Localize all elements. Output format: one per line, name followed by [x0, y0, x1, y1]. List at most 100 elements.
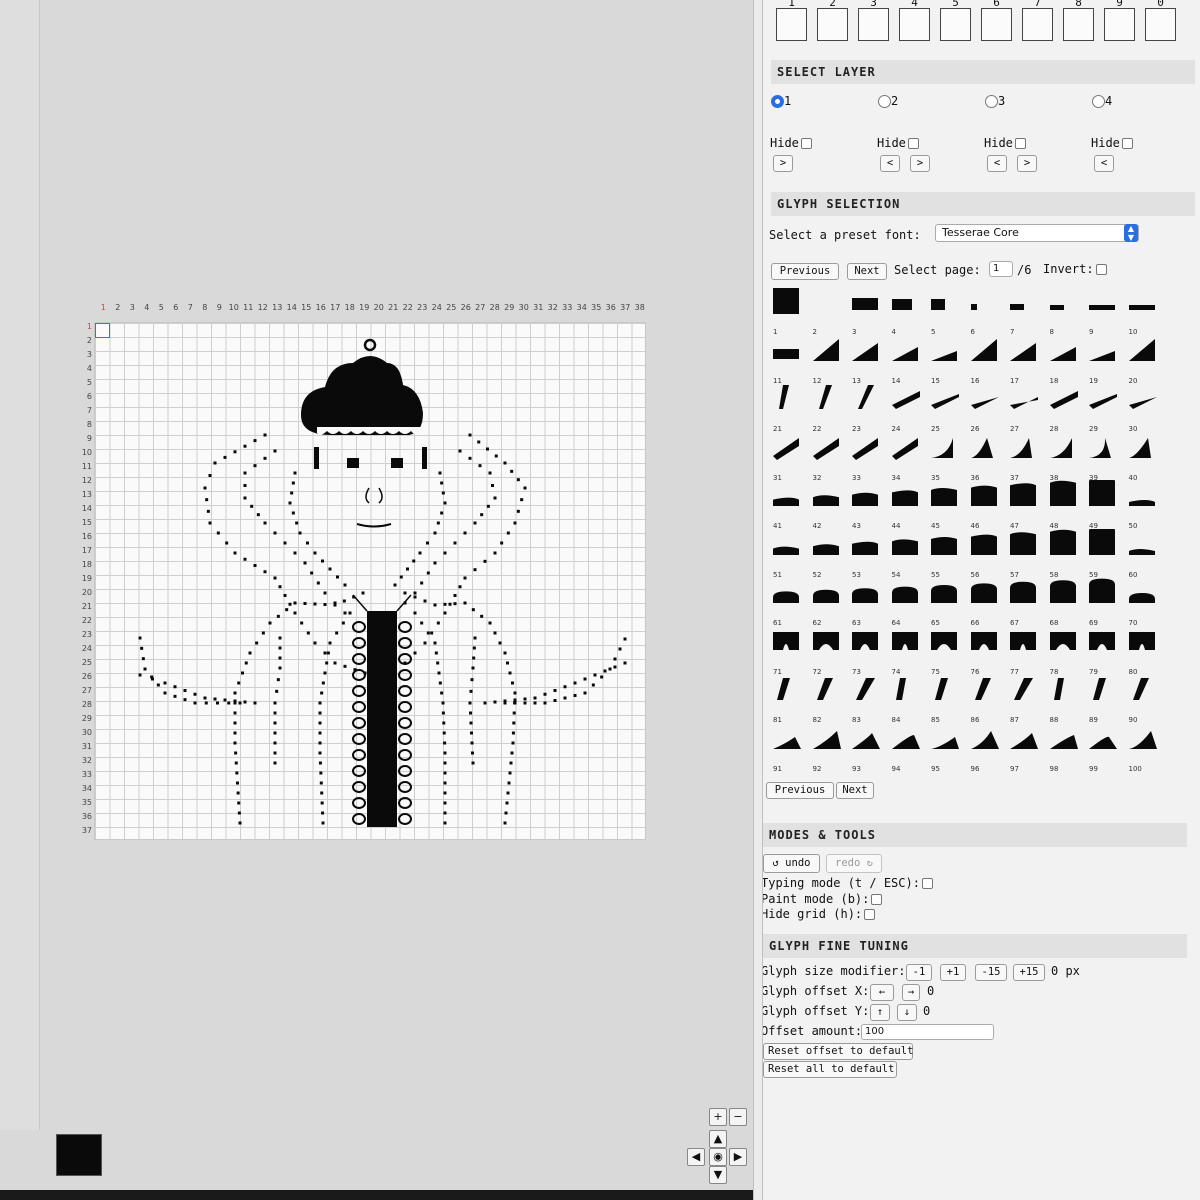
glyph-cell[interactable]: 39 — [1089, 432, 1129, 482]
glyph-cell[interactable]: 60 — [1128, 529, 1169, 579]
next-page-button[interactable]: Next — [847, 263, 887, 280]
hide-layer-checkbox[interactable] — [1121, 138, 1133, 149]
layer-slot[interactable] — [858, 8, 889, 41]
glyph-cell[interactable]: 32 — [812, 432, 853, 482]
glyph-cell[interactable]: 86 — [971, 674, 1011, 724]
glyph-cell[interactable]: 64 — [891, 577, 932, 627]
zoom-in-button[interactable]: + — [709, 1108, 727, 1126]
glyph-cell[interactable]: 53 — [852, 529, 892, 579]
glyph-cell[interactable]: 85 — [931, 674, 971, 724]
layer-radio[interactable] — [771, 95, 784, 108]
glyph-cell[interactable]: 91 — [773, 723, 813, 773]
glyph-cell[interactable]: 79 — [1089, 626, 1129, 676]
glyph-cell[interactable]: 69 — [1089, 577, 1129, 627]
hide-grid-checkbox[interactable] — [864, 909, 876, 920]
glyph-cell[interactable]: 35 — [931, 432, 971, 482]
glyph-cell[interactable]: 50 — [1128, 480, 1169, 530]
previous-page-button[interactable]: Previous — [771, 263, 839, 280]
glyph-cell[interactable]: 77 — [1010, 626, 1050, 676]
glyph-cell[interactable]: 14 — [891, 335, 932, 385]
glyph-cell[interactable]: 22 — [813, 383, 853, 433]
glyph-cell[interactable]: 16 — [970, 335, 1011, 385]
glyph-cell[interactable]: 23 — [852, 383, 892, 433]
layer-move-left-button[interactable]: < — [1094, 155, 1114, 172]
layer-slot[interactable] — [1145, 8, 1176, 41]
glyph-cell[interactable]: 27 — [1010, 383, 1050, 433]
layer-move-right-button[interactable]: > — [773, 155, 793, 172]
glyph-cell[interactable]: 78 — [1049, 626, 1090, 676]
typing-mode-checkbox[interactable] — [921, 878, 933, 889]
glyph-cell[interactable]: 26 — [970, 383, 1011, 433]
layer-move-right-button[interactable]: > — [910, 155, 930, 172]
glyph-cell[interactable]: 51 — [773, 529, 813, 579]
glyph-cell[interactable]: 57 — [1010, 529, 1050, 579]
glyph-cell[interactable]: 61 — [773, 577, 813, 627]
glyph-cell[interactable]: 36 — [970, 432, 1011, 482]
hide-layer-checkbox[interactable] — [800, 138, 812, 149]
layer-slot[interactable] — [1063, 8, 1094, 41]
glyph-cell[interactable]: 71 — [773, 626, 813, 676]
page-number-input[interactable]: 1 — [989, 261, 1013, 277]
glyph-cell[interactable]: 10 — [1128, 286, 1169, 336]
glyph-cell[interactable]: 48 — [1049, 480, 1090, 530]
pane-divider[interactable] — [753, 0, 763, 1200]
arrow-up-icon[interactable]: ▲ — [709, 1130, 727, 1148]
glyph-cell[interactable]: 6 — [970, 286, 1011, 336]
glyph-cell[interactable]: 59 — [1089, 528, 1129, 579]
glyph-cell[interactable]: 95 — [931, 723, 971, 773]
glyph-cell[interactable]: 12 — [812, 335, 853, 385]
glyph-cell[interactable]: 11 — [773, 335, 813, 385]
layer-slot[interactable] — [940, 8, 971, 41]
glyph-cell[interactable]: 19 — [1089, 335, 1129, 385]
glyph-cell[interactable]: 40 — [1128, 432, 1169, 482]
glyph-cell[interactable]: 82 — [813, 674, 853, 724]
hide-layer-checkbox[interactable] — [907, 138, 919, 149]
offset-amount-input[interactable]: 100 — [861, 1024, 994, 1040]
glyph-cell[interactable]: 44 — [891, 480, 932, 530]
glyph-cell[interactable]: 37 — [1010, 432, 1050, 482]
glyph-cell[interactable]: 74 — [891, 626, 932, 676]
glyph-cell[interactable]: 97 — [1010, 723, 1050, 773]
reset-offset-button[interactable]: Reset offset to default — [763, 1043, 913, 1060]
glyph-cell[interactable]: 21 — [773, 383, 813, 433]
layer-slot[interactable] — [817, 8, 848, 41]
preset-font-select[interactable]: Tesserae Core ▲ ▼ — [935, 224, 1139, 242]
bottom-previous-button[interactable]: Previous — [766, 782, 834, 799]
glyph-cell[interactable]: 13 — [852, 335, 892, 385]
offset-down-button[interactable]: ↓ — [897, 1004, 917, 1021]
size-modifier-button[interactable]: +15 — [1013, 964, 1045, 981]
glyph-cell[interactable]: 99 — [1089, 723, 1129, 773]
layer-radio[interactable] — [985, 95, 998, 108]
glyph-cell[interactable]: 4 — [891, 286, 932, 336]
glyph-cell[interactable]: 80 — [1128, 626, 1169, 676]
reset-all-button[interactable]: Reset all to default — [763, 1061, 897, 1078]
glyph-cell[interactable]: 87 — [1010, 674, 1050, 724]
arrow-left-icon[interactable]: ◀ — [687, 1148, 705, 1166]
glyph-cell[interactable]: 96 — [970, 723, 1011, 773]
glyph-cell[interactable]: 31 — [773, 432, 813, 482]
glyph-cell[interactable]: 42 — [812, 480, 853, 530]
size-modifier-button[interactable]: -1 — [906, 964, 932, 981]
layer-move-left-button[interactable]: < — [880, 155, 900, 172]
undo-button[interactable]: ↺ undo — [763, 854, 820, 873]
zoom-out-button[interactable]: − — [729, 1108, 747, 1126]
glyph-cell[interactable]: 43 — [852, 480, 892, 530]
glyph-cell[interactable]: 3 — [852, 286, 892, 336]
layer-slot[interactable] — [776, 8, 807, 41]
glyph-cell[interactable]: 88 — [1050, 674, 1090, 724]
glyph-cell[interactable]: 29 — [1089, 383, 1129, 433]
glyph-cell[interactable]: 90 — [1129, 674, 1169, 724]
glyph-cell[interactable]: 68 — [1049, 577, 1090, 627]
glyph-cell[interactable]: 9 — [1089, 286, 1129, 336]
glyph-cell[interactable]: 30 — [1128, 383, 1169, 433]
invert-checkbox[interactable] — [1095, 264, 1107, 275]
offset-left-button[interactable]: ← — [870, 984, 894, 1001]
layer-slot[interactable] — [1104, 8, 1135, 41]
glyph-cell[interactable]: 73 — [852, 626, 892, 676]
layer-slot[interactable] — [1022, 8, 1053, 41]
glyph-cell[interactable]: 89 — [1089, 674, 1129, 724]
arrow-down-icon[interactable]: ▼ — [709, 1166, 727, 1184]
layer-radio[interactable] — [878, 95, 891, 108]
glyph-cell[interactable]: 67 — [1010, 577, 1050, 627]
glyph-cell[interactable]: 58 — [1049, 529, 1090, 579]
